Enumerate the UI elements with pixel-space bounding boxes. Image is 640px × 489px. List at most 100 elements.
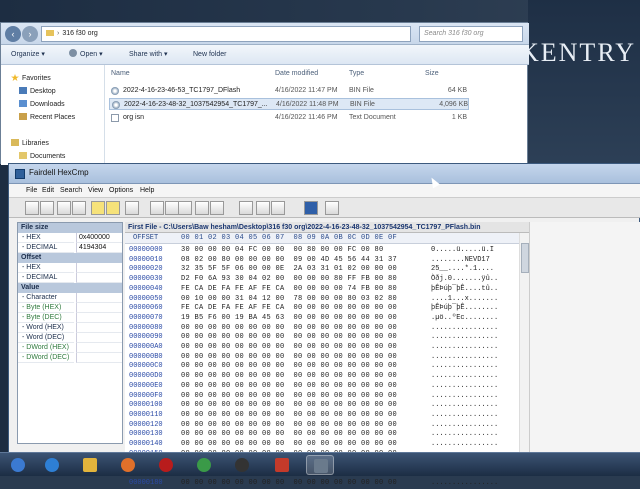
menu-edit[interactable]: Edit xyxy=(42,186,54,196)
column-date-modified[interactable]: Date modified xyxy=(275,70,318,77)
row-ascii: ................ xyxy=(431,440,499,448)
forward-button[interactable]: › xyxy=(22,26,38,42)
nav-downloads[interactable]: Downloads xyxy=(19,100,65,110)
print-icon[interactable] xyxy=(72,201,86,215)
row-ascii: þÊÞúþ¯þÊ....tû.. xyxy=(431,284,499,293)
value-dword-hex-label: - DWord (HEX) xyxy=(18,343,74,353)
file-row[interactable]: 2022-4-16-23-46-53_TC1797_DFlash 4/16/20… xyxy=(109,85,469,97)
find-icon[interactable] xyxy=(125,201,139,215)
taskbar-button[interactable] xyxy=(190,455,218,475)
bin-file-icon xyxy=(111,87,119,95)
bookmark-icon[interactable] xyxy=(178,201,192,215)
hex-row[interactable]: 000000B0 00 00 00 00 00 00 00 00 00 00 00… xyxy=(125,353,529,363)
document-icon[interactable] xyxy=(325,201,339,215)
hex-row[interactable]: 00000140 00 00 00 00 00 00 00 00 00 00 00… xyxy=(125,440,529,450)
taskbar-button[interactable] xyxy=(152,455,180,475)
hex-row[interactable]: 00000180 00 00 00 00 00 00 00 00 00 00 00… xyxy=(125,479,529,489)
compare-icon[interactable] xyxy=(91,201,105,215)
row-offset: 00000090 xyxy=(129,333,163,342)
row-ascii: ........NEVD17 xyxy=(431,255,490,264)
hex-row[interactable]: 00000080 00 00 00 00 00 00 00 00 00 00 00… xyxy=(125,324,529,334)
refresh-icon[interactable] xyxy=(195,201,209,215)
file-list-header: Name Date modified Type Size xyxy=(107,67,529,80)
hex-row[interactable]: 00000000 30 00 00 00 04 FC 00 00 00 80 00… xyxy=(125,246,529,256)
organize-button[interactable]: Organize ▾ xyxy=(11,49,45,61)
hex-row[interactable]: 000000A0 00 00 00 00 00 00 00 00 00 00 00… xyxy=(125,343,529,353)
value-byte-hex-label: - Byte (HEX) xyxy=(18,303,74,313)
column-type[interactable]: Type xyxy=(349,70,364,77)
taskbar-button[interactable] xyxy=(4,455,32,475)
file-size-header: File size xyxy=(18,223,122,233)
hex-row[interactable]: 000000C0 00 00 00 00 00 00 00 00 00 00 00… xyxy=(125,362,529,372)
sync-icon[interactable] xyxy=(106,201,120,215)
search-input[interactable]: Search 316 f30 org xyxy=(419,26,523,42)
back-button[interactable]: ‹ xyxy=(5,26,21,42)
folder-icon xyxy=(46,30,54,36)
hex-row[interactable]: 00000040 FE CA DE FA FE AF FE CA 00 00 00… xyxy=(125,285,529,295)
hex-row[interactable]: 00000010 08 02 00 80 00 00 00 00 09 00 4D… xyxy=(125,256,529,266)
settings-icon[interactable] xyxy=(150,201,164,215)
file-row-selected[interactable]: 2022-4-16-23-48-32_1037542954_TC1797_...… xyxy=(109,98,469,110)
help-icon[interactable] xyxy=(256,201,270,215)
hexcmp-title-bar[interactable]: Fairdell HexCmp xyxy=(9,164,640,184)
hex-row[interactable]: 00000070 19 B5 F6 00 19 BA 45 63 00 00 00… xyxy=(125,314,529,324)
nav-documents[interactable]: Documents xyxy=(19,152,65,162)
layout-icon[interactable] xyxy=(210,201,224,215)
hex-row[interactable]: 00000090 00 00 00 00 00 00 00 00 00 00 00… xyxy=(125,333,529,343)
new-folder-button[interactable]: New folder xyxy=(193,49,226,61)
hex-row[interactable]: 00000110 00 00 00 00 00 00 00 00 00 00 00… xyxy=(125,411,529,421)
row-offset: 00000040 xyxy=(129,284,163,293)
windows-icon[interactable] xyxy=(271,201,285,215)
nav-downloads-label: Downloads xyxy=(30,101,65,108)
hex-row[interactable]: 000000E0 00 00 00 00 00 00 00 00 00 00 00… xyxy=(125,382,529,392)
save-icon[interactable] xyxy=(57,201,71,215)
open-button[interactable]: Open ▾ xyxy=(69,49,103,61)
nav-desktop[interactable]: Desktop xyxy=(19,87,56,97)
hex-row[interactable]: 00000030 D2 F0 6A 93 30 04 02 00 00 00 00… xyxy=(125,275,529,285)
nav-favorites[interactable]: Favorites xyxy=(11,74,51,84)
taskbar-button[interactable] xyxy=(306,455,334,475)
hex-row[interactable]: 00000060 FE CA DE FA FE AF FE CA 00 00 00… xyxy=(125,304,529,314)
taskbar-button[interactable] xyxy=(268,455,296,475)
value-word-hex xyxy=(76,323,122,333)
column-name[interactable]: Name xyxy=(111,70,130,77)
hex-scrollbar[interactable] xyxy=(519,233,529,454)
goto-icon[interactable] xyxy=(165,201,179,215)
row-bytes: 30 00 00 00 04 FC 00 00 00 80 00 00 FC 0… xyxy=(181,246,384,254)
column-size[interactable]: Size xyxy=(425,70,439,77)
row-offset: 00000080 xyxy=(129,323,163,332)
menu-file[interactable]: File xyxy=(26,186,37,196)
app-red-icon xyxy=(159,458,173,472)
hex-row[interactable]: 000000F0 00 00 00 00 00 00 00 00 00 00 00… xyxy=(125,392,529,402)
byte-column-labels: 00 01 02 03 04 05 06 07 08 09 0A 0B 0C 0… xyxy=(181,234,398,242)
hex-row[interactable]: 00000120 00 00 00 00 00 00 00 00 00 00 00… xyxy=(125,421,529,431)
menu-search[interactable]: Search xyxy=(60,186,82,196)
share-with-button[interactable]: Share with ▾ xyxy=(129,49,168,61)
menu-help[interactable]: Help xyxy=(140,186,154,196)
hex-row[interactable]: 00000020 32 35 5F 5F 06 00 00 0E 2A 03 31… xyxy=(125,265,529,275)
hex-row[interactable]: 00000130 00 00 00 00 00 00 00 00 00 00 00… xyxy=(125,430,529,440)
open-icon xyxy=(69,49,77,57)
open-file-icon[interactable] xyxy=(25,201,39,215)
open-second-file-icon[interactable] xyxy=(40,201,54,215)
file-name: org isn xyxy=(123,114,145,121)
menu-options[interactable]: Options xyxy=(109,186,133,196)
scrollbar-thumb[interactable] xyxy=(521,243,529,273)
media-player-icon xyxy=(121,458,135,472)
menu-view[interactable]: View xyxy=(88,186,103,196)
hex-row[interactable]: 00000050 00 10 00 00 31 04 12 00 78 00 00… xyxy=(125,295,529,305)
hex-row[interactable]: 000000D0 00 00 00 00 00 00 00 00 00 00 00… xyxy=(125,372,529,382)
info-icon[interactable] xyxy=(239,201,253,215)
nav-libraries[interactable]: Libraries xyxy=(11,139,49,149)
about-icon[interactable] xyxy=(304,201,318,215)
taskbar-button[interactable] xyxy=(76,455,104,475)
offset-dec-label: - DECIMAL xyxy=(18,273,74,283)
taskbar-button[interactable] xyxy=(38,455,66,475)
hex-row[interactable]: 00000100 00 00 00 00 00 00 00 00 00 00 00… xyxy=(125,401,529,411)
file-row[interactable]: org isn 4/16/2022 11:46 PM Text Document… xyxy=(109,112,469,124)
taskbar-button[interactable] xyxy=(114,455,142,475)
nav-recent-places[interactable]: Recent Places xyxy=(19,113,75,123)
hex-view[interactable]: First File - C:\Users\Baw hesham\Desktop… xyxy=(125,222,640,487)
taskbar-button[interactable] xyxy=(228,455,256,475)
address-input[interactable]: › 316 f30 org xyxy=(41,26,411,42)
